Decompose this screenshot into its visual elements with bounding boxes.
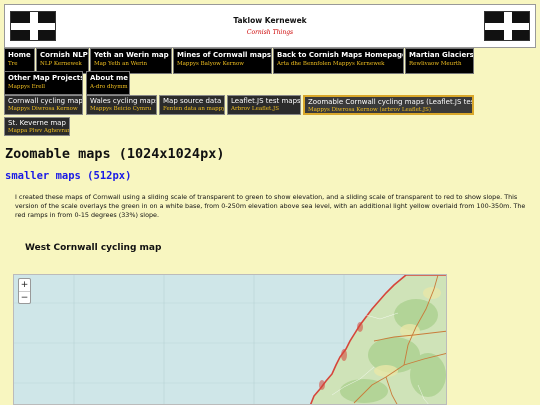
- subnav-item-cornish-label: Mappys Diwrosa Kernow: [8, 106, 78, 112]
- zoomable-map[interactable]: + −: [13, 274, 447, 405]
- subnav-item-leaflet-test-maps[interactable]: Leaflet.JS test maps Arbrov Leaflet.JS: [227, 95, 301, 115]
- subnav-item-cornish-label: Mappys Diwrosa Kernow (arbrov Leaflet.JS…: [308, 107, 432, 113]
- nav-item-cornish-label: Map Yeth an Werin: [94, 61, 148, 67]
- nav-item-label: About me: [90, 74, 129, 82]
- nav-item-label: Martian Glaciers: [409, 51, 474, 59]
- subnav-item-zoomable-cornwall[interactable]: Zoomable Cornwall cycling maps (Leaflet.…: [303, 95, 474, 115]
- zoom-in-button[interactable]: +: [19, 279, 30, 291]
- nav-item-other-map-projects[interactable]: Other Map Projects Mappys Erell: [4, 71, 83, 95]
- nav-item-about-me[interactable]: About me A-dro dhymm: [86, 71, 130, 95]
- nav-item-label: Other Map Projects: [8, 74, 83, 82]
- nav-item-cornish-label: Rewlivaow Meurth: [409, 61, 462, 67]
- nav-item-label: Yeth an Werin map: [94, 51, 169, 59]
- nav-item-cornish-label: NLP Kernewek: [40, 61, 82, 67]
- nav-item-label: Home: [8, 51, 31, 59]
- subnav-item-map-source-data[interactable]: Map source data Fenten data an mappys: [159, 95, 225, 115]
- nav-item-label: Mines of Cornwall maps: [177, 51, 271, 59]
- nav-item-mines-maps[interactable]: Mines of Cornwall maps Mappys Balyow Ker…: [173, 48, 272, 74]
- subnav-item-cornish-label: Mappa Plwv Aghevran: [8, 128, 70, 134]
- site-header: Taklow Kernewek Cornish Things: [4, 4, 536, 48]
- nav-item-cornish-label: Mappys Erell: [8, 84, 46, 90]
- subnav-item-label: Cornwall cycling maps: [8, 97, 83, 105]
- nav-item-label: Cornish NLP: [40, 51, 88, 59]
- subnav-item-cornish-label: Arbrov Leaflet.JS: [231, 106, 279, 112]
- nav-item-label: Back to Cornish Maps Homepage: [277, 51, 404, 59]
- subnav-item-label: Map source data: [163, 97, 222, 105]
- zoom-out-button[interactable]: −: [19, 291, 30, 303]
- map-heading: West Cornwall cycling map: [25, 243, 162, 253]
- site-title: Taklow Kernewek: [233, 16, 307, 25]
- zoom-control: + −: [18, 278, 31, 304]
- map-description: I created these maps of Cornwall using a…: [15, 193, 526, 219]
- nav-item-cornish-label: Tre: [8, 61, 18, 67]
- cornish-flag-icon: [484, 11, 530, 41]
- page-title: Zoomable maps (1024x1024px): [5, 146, 225, 162]
- nav-item-cornish-label: Arta dhe Bennfolen Mappys Kernewek: [277, 61, 385, 67]
- smaller-maps-link[interactable]: smaller maps (512px): [5, 170, 131, 182]
- subnav-item-label: Zoomable Cornwall cycling maps (Leaflet.…: [308, 98, 474, 106]
- subnav-item-label: St. Keverne map: [8, 119, 66, 127]
- subnav-item-cornish-label: Mappys Beicio Cymru: [90, 106, 152, 112]
- subnav-item-label: Wales cycling maps: [90, 97, 157, 105]
- nav-item-cornish-label: Mappys Balyow Kernow: [177, 61, 244, 67]
- subnav-item-label: Leaflet.JS test maps: [231, 97, 301, 105]
- nav-item-cornish-label: A-dro dhymm: [90, 84, 128, 90]
- nav-item-martian-glaciers[interactable]: Martian Glaciers Rewlivaow Meurth: [405, 48, 474, 74]
- subnav-item-cornwall-cycling[interactable]: Cornwall cycling maps Mappys Diwrosa Ker…: [4, 95, 83, 115]
- subnav-item-st-keverne[interactable]: St. Keverne map Mappa Plwv Aghevran: [4, 117, 70, 136]
- subnav-item-wales-cycling[interactable]: Wales cycling maps Mappys Beicio Cymru: [86, 95, 157, 115]
- site-subtitle: Cornish Things: [246, 29, 294, 36]
- map-tiles: [14, 275, 446, 404]
- nav-item-cornish-maps-home[interactable]: Back to Cornish Maps Homepage Arta dhe B…: [273, 48, 404, 74]
- subnav-item-cornish-label: Fenten data an mappys: [163, 106, 225, 112]
